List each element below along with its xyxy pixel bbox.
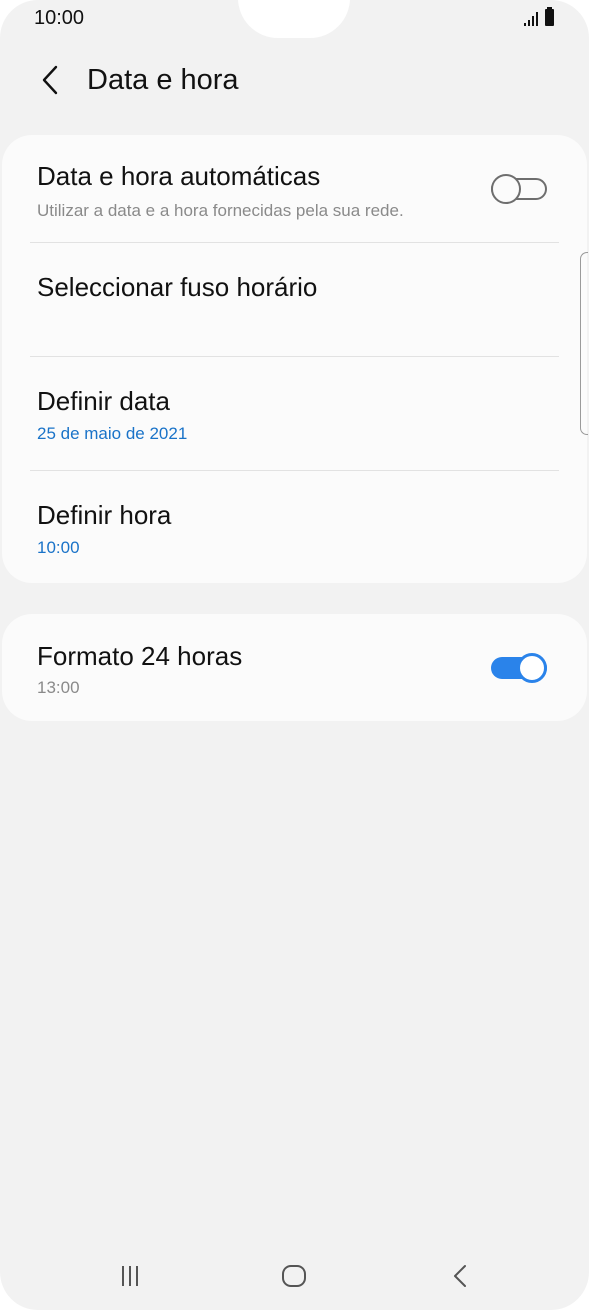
format-settings-card: Formato 24 horas 13:00 [2, 614, 587, 721]
datetime-settings-card: Data e hora automáticas Utilizar a data … [2, 135, 587, 583]
settings-screen: 10:00 Data e hora Data e hora automática… [0, 0, 589, 1310]
scroll-indicator[interactable] [580, 252, 588, 435]
format-24h-title: Formato 24 horas [37, 641, 243, 671]
timezone-title: Seleccionar fuso horário [37, 272, 318, 302]
format-24h-switch[interactable] [491, 651, 549, 685]
status-time: 10:00 [34, 7, 85, 29]
auto-datetime-switch[interactable] [491, 172, 549, 206]
navigation-bar [0, 1240, 589, 1306]
format-24h-row[interactable]: Formato 24 horas 13:00 [2, 614, 587, 721]
recent-apps-icon [122, 1266, 138, 1286]
recent-apps-button[interactable] [100, 1254, 160, 1298]
page-title: Data e hora [87, 64, 239, 96]
timezone-row[interactable]: Seleccionar fuso horário [2, 243, 587, 356]
battery-icon [545, 7, 554, 26]
set-date-value: 25 de maio de 2021 [37, 424, 188, 443]
home-button[interactable] [264, 1254, 324, 1298]
auto-datetime-title: Data e hora automáticas [37, 161, 321, 191]
set-date-title: Definir data [37, 386, 170, 416]
home-icon [282, 1265, 306, 1287]
switch-knob [517, 653, 547, 683]
signal-icon [524, 12, 538, 26]
chevron-left-icon [42, 65, 58, 95]
set-time-row[interactable]: Definir hora 10:00 [2, 471, 587, 583]
set-time-value: 10:00 [37, 538, 80, 557]
set-time-title: Definir hora [37, 500, 172, 530]
nav-back-button[interactable] [430, 1254, 490, 1298]
set-date-row[interactable]: Definir data 25 de maio de 2021 [2, 357, 587, 470]
back-icon [454, 1265, 466, 1287]
switch-knob [491, 174, 521, 204]
auto-datetime-subtitle: Utilizar a data e a hora fornecidas pela… [37, 201, 404, 220]
auto-datetime-row[interactable]: Data e hora automáticas Utilizar a data … [2, 135, 587, 242]
format-24h-subtitle: 13:00 [37, 678, 80, 697]
camera-notch [238, 0, 350, 38]
back-button[interactable] [30, 58, 70, 102]
